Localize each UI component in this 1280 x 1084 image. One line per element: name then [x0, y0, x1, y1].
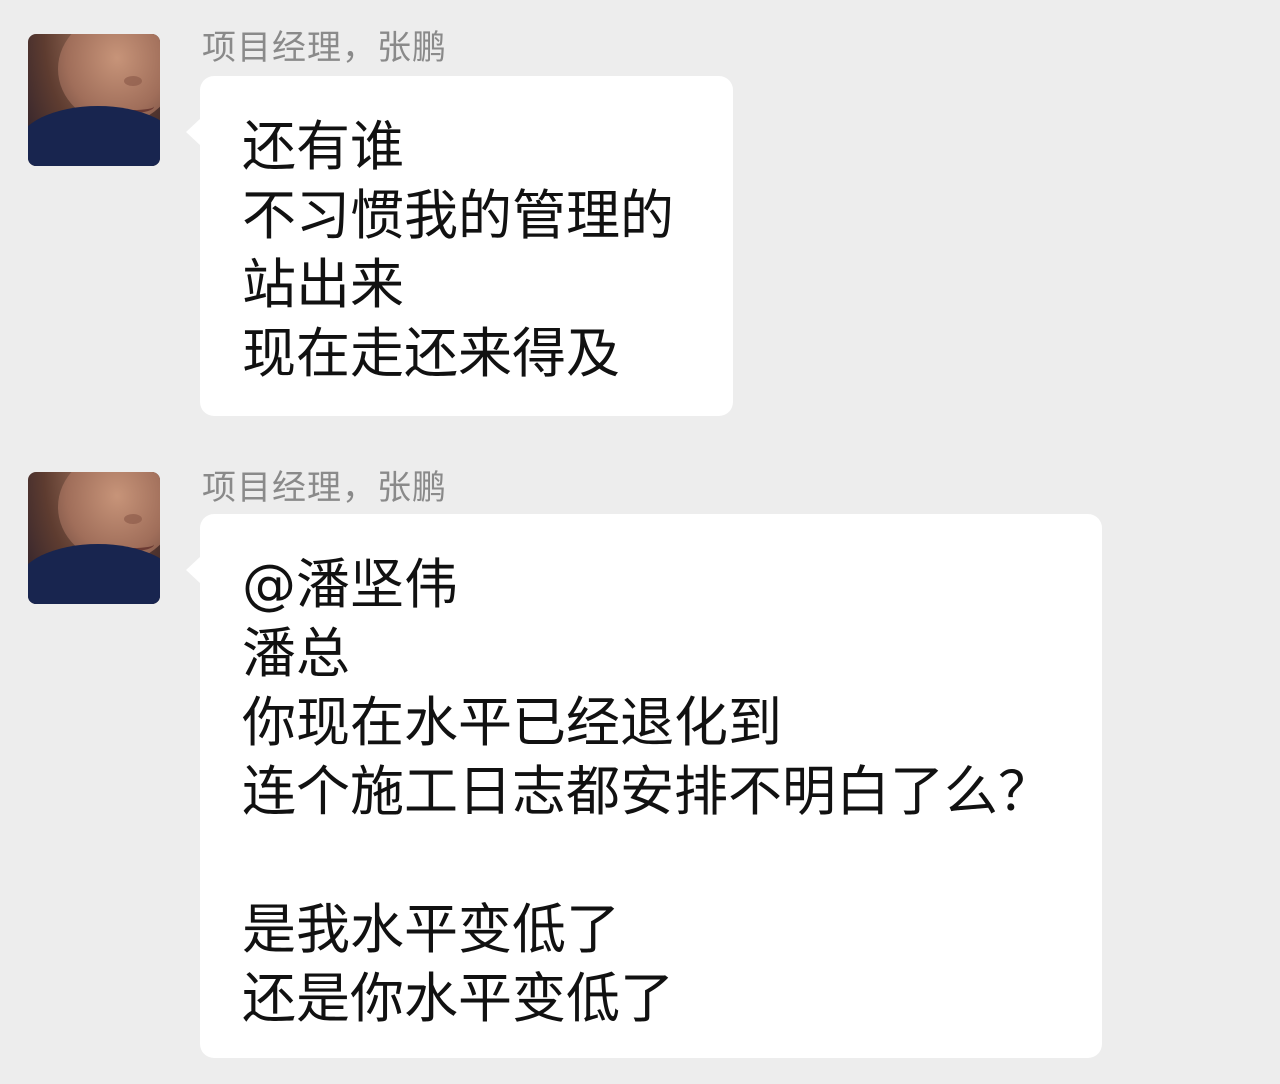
avatar-nose: [124, 514, 142, 524]
message-line: 还是你水平变低了: [242, 967, 674, 1030]
message-line: 潘总: [242, 622, 350, 685]
chat-message: 项目经理，张鹏 @潘坚伟 潘总 你现在水平已经退化到 连个施工日志都安排不明白了…: [0, 440, 1280, 1084]
message-bubble[interactable]: @潘坚伟 潘总 你现在水平已经退化到 连个施工日志都安排不明白了么？ 是我水平变…: [186, 514, 1102, 1058]
message-line: 不习惯我的管理的: [242, 184, 674, 247]
avatar-nose: [124, 76, 142, 86]
sender-name: 项目经理，张鹏: [202, 28, 447, 68]
message-line: 站出来: [242, 253, 404, 316]
message-bubble[interactable]: 还有谁 不习惯我的管理的 站出来 现在走还来得及: [186, 76, 733, 416]
message-line-blank: [242, 826, 1062, 895]
chat-window: 项目经理，张鹏 还有谁 不习惯我的管理的 站出来 现在走还来得及 项目经理，张鹏…: [0, 0, 1280, 1084]
avatar-shirt: [28, 544, 160, 604]
message-line: 连个施工日志都安排不明白了么？: [242, 760, 1052, 823]
chat-message: 项目经理，张鹏 还有谁 不习惯我的管理的 站出来 现在走还来得及: [0, 0, 1280, 440]
message-line: 你现在水平已经退化到: [242, 691, 782, 754]
avatar[interactable]: [28, 34, 160, 166]
avatar-shirt: [28, 106, 160, 166]
avatar[interactable]: [28, 472, 160, 604]
message-line: 还有谁: [242, 115, 404, 178]
message-line: @潘坚伟: [242, 553, 458, 616]
message-line: 是我水平变低了: [242, 898, 620, 961]
sender-name: 项目经理，张鹏: [202, 468, 447, 508]
message-line: 现在走还来得及: [242, 322, 620, 385]
